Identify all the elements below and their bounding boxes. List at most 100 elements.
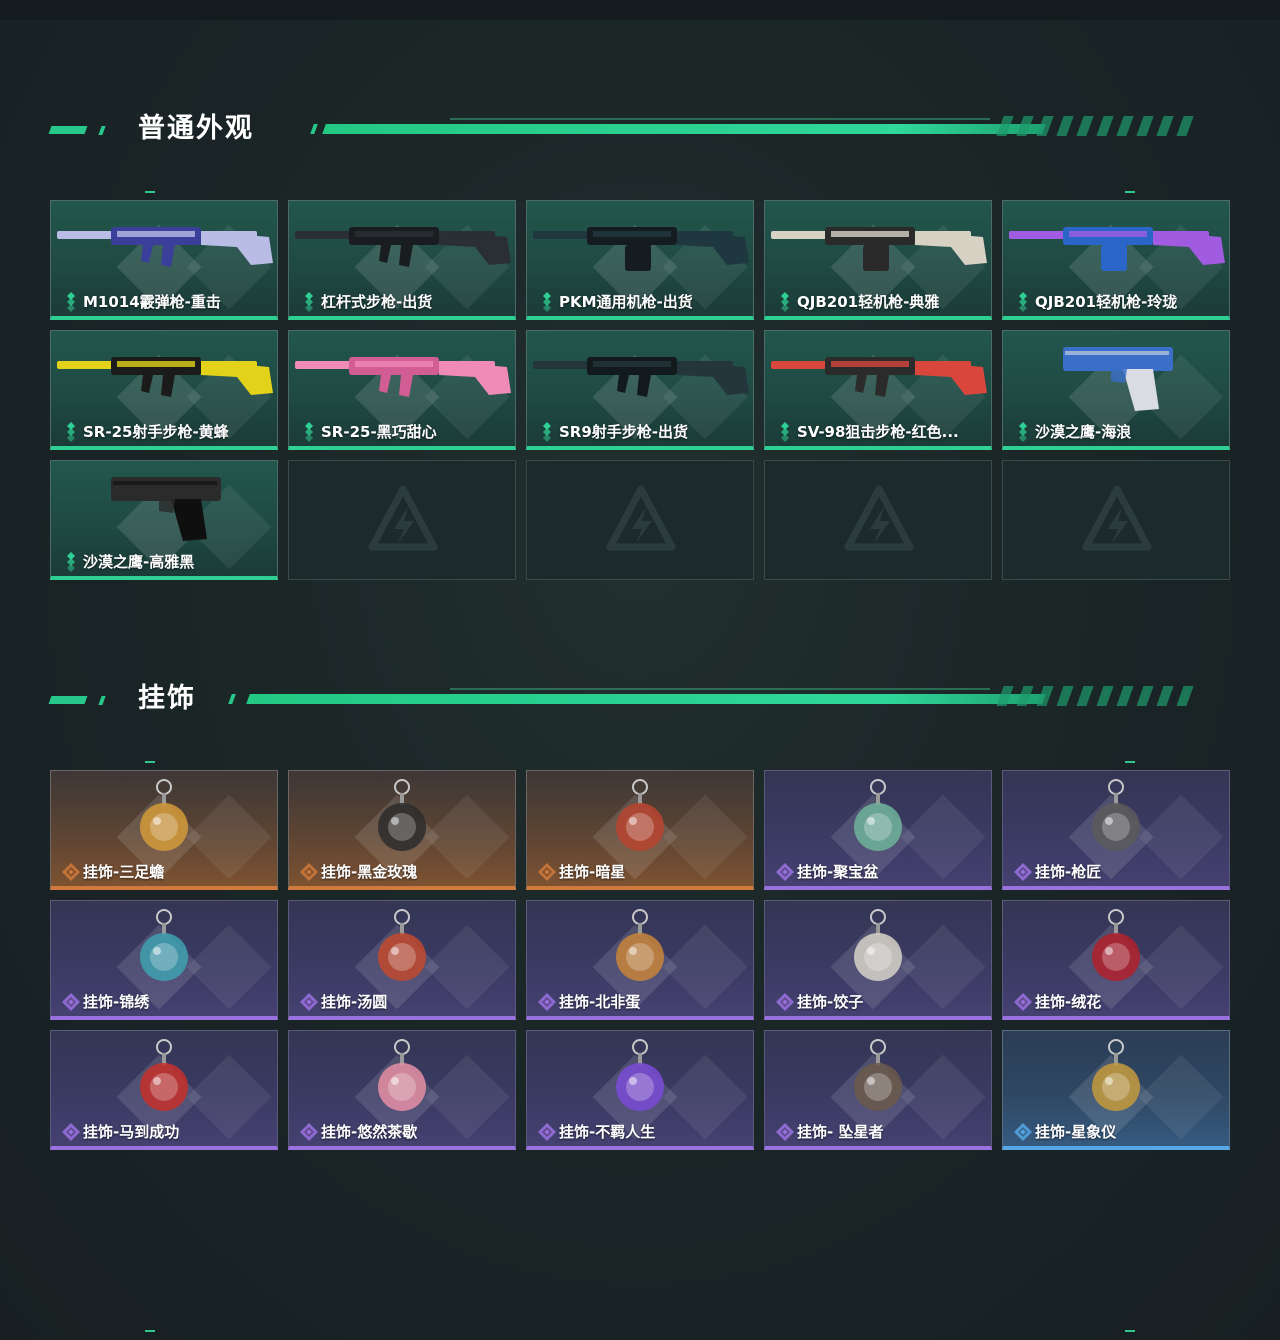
- skin-label: 杠杆式步枪-出货: [321, 293, 433, 311]
- quality-diamond-icon: [67, 292, 75, 312]
- game-logo-icon: [606, 485, 676, 551]
- velvet-flower-charm-icon: [1092, 909, 1140, 981]
- horse-charm-icon: [140, 1039, 188, 1111]
- game-logo-icon: [368, 485, 438, 551]
- charm-label: 挂饰-枪匠: [1035, 863, 1102, 881]
- charms-section-header: 挂饰: [48, 680, 1210, 720]
- charm-label: 挂饰-绒花: [1035, 993, 1102, 1011]
- header-line: [246, 694, 1046, 704]
- charm-card[interactable]: 挂饰-聚宝盆: [764, 770, 992, 890]
- corner-tick: [145, 1330, 155, 1332]
- machine-gun-icon: [533, 227, 749, 271]
- quality-diamond-icon: [300, 1123, 318, 1141]
- quality-diamond-icon: [538, 993, 556, 1011]
- charm-card[interactable]: 挂饰-黑金玫瑰: [288, 770, 516, 890]
- quality-diamond-icon: [67, 422, 75, 442]
- charm-card[interactable]: 挂饰-枪匠: [1002, 770, 1230, 890]
- charm-card[interactable]: 挂饰-星象仪: [1002, 1030, 1230, 1150]
- quality-diamond-icon: [781, 422, 789, 442]
- quality-diamond-icon: [300, 993, 318, 1011]
- skin-card[interactable]: QJB201轻机枪-典雅: [764, 200, 992, 320]
- sniper-rifle-icon: [771, 357, 987, 397]
- quality-diamond-icon: [538, 1123, 556, 1141]
- rose-charm-icon: [378, 779, 426, 851]
- quality-diamond-icon: [1019, 292, 1027, 312]
- header-thin-line: [450, 688, 990, 690]
- charm-label: 挂饰-暗星: [559, 863, 626, 881]
- lever-rifle-icon: [295, 227, 511, 267]
- skin-card[interactable]: M1014霰弹枪-重击: [50, 200, 278, 320]
- corner-tick: [1125, 191, 1135, 193]
- header-checker-pattern: [996, 116, 1204, 136]
- astrolabe-charm-icon: [1092, 1039, 1140, 1111]
- butterfly-charm-icon: [140, 909, 188, 981]
- quality-diamond-icon: [776, 993, 794, 1011]
- game-logo-icon: [844, 485, 914, 551]
- charm-card[interactable]: 挂饰-锦绣: [50, 900, 278, 1020]
- charm-card[interactable]: 挂饰-北非蛋: [526, 900, 754, 1020]
- quality-diamond-icon: [1014, 993, 1032, 1011]
- gunsmith-charm-icon: [1092, 779, 1140, 851]
- quality-diamond-icon: [1019, 422, 1027, 442]
- light-machine-gun-icon: [1009, 227, 1225, 271]
- quality-diamond-icon: [538, 863, 556, 881]
- skin-card[interactable]: 沙漠之鹰-海浪: [1002, 330, 1230, 450]
- empty-slot: [526, 460, 754, 580]
- marksman-rifle-icon: [295, 357, 511, 397]
- skin-label: QJB201轻机枪-玲珑: [1035, 293, 1178, 311]
- quality-diamond-icon: [62, 993, 80, 1011]
- charm-label: 挂饰-北非蛋: [559, 993, 641, 1011]
- skin-card[interactable]: SR-25射手步枪-黄蜂: [50, 330, 278, 450]
- quality-diamond-icon: [67, 552, 75, 572]
- charm-label: 挂饰-马到成功: [83, 1123, 180, 1141]
- quality-diamond-icon: [1014, 863, 1032, 881]
- skin-card[interactable]: SR-25-黑巧甜心: [288, 330, 516, 450]
- charm-card[interactable]: 挂饰-暗星: [526, 770, 754, 890]
- corner-tick: [145, 761, 155, 763]
- empty-slot: [288, 460, 516, 580]
- charm-label: 挂饰-聚宝盆: [797, 863, 879, 881]
- quality-diamond-icon: [305, 292, 313, 312]
- skin-card[interactable]: QJB201轻机枪-玲珑: [1002, 200, 1230, 320]
- skin-card[interactable]: SR9射手步枪-出货: [526, 330, 754, 450]
- skin-card[interactable]: 杠杆式步枪-出货: [288, 200, 516, 320]
- skin-card[interactable]: SV-98狙击步枪-红色...: [764, 330, 992, 450]
- charms-section-title: 挂饰: [138, 683, 196, 714]
- skin-card[interactable]: PKM通用机枪-出货: [526, 200, 754, 320]
- charm-label: 挂饰-饺子: [797, 993, 864, 1011]
- quality-diamond-icon: [62, 863, 80, 881]
- charm-card[interactable]: 挂饰-饺子: [764, 900, 992, 1020]
- corner-tick: [1125, 1330, 1135, 1332]
- skin-label: 沙漠之鹰-海浪: [1035, 423, 1132, 441]
- charm-card[interactable]: 挂饰-三足蟾: [50, 770, 278, 890]
- charm-label: 挂饰- 坠星者: [797, 1123, 884, 1141]
- charm-card[interactable]: 挂饰-汤圆: [288, 900, 516, 1020]
- marksman-rifle-icon: [533, 357, 749, 397]
- sneaker-charm-icon: [616, 1039, 664, 1111]
- charm-card[interactable]: 挂饰-不羁人生: [526, 1030, 754, 1150]
- skin-label: QJB201轻机枪-典雅: [797, 293, 940, 311]
- dumpling-plate-charm-icon: [854, 909, 902, 981]
- shotgun-icon: [57, 227, 273, 267]
- skin-card[interactable]: 沙漠之鹰-高雅黑: [50, 460, 278, 580]
- marksman-rifle-icon: [57, 357, 273, 397]
- corner-tick: [1125, 761, 1135, 763]
- charm-card[interactable]: 挂饰-绒花: [1002, 900, 1230, 1020]
- header-accent-tick: [98, 696, 106, 705]
- skin-label: SR9射手步枪-出货: [559, 423, 689, 441]
- header-divider-tick: [228, 694, 236, 704]
- charm-label: 挂饰-锦绣: [83, 993, 150, 1011]
- quality-diamond-icon: [781, 292, 789, 312]
- charm-card[interactable]: 挂饰-悠然茶歇: [288, 1030, 516, 1150]
- header-thin-line: [450, 118, 990, 120]
- empty-slot: [764, 460, 992, 580]
- charm-card[interactable]: 挂饰-马到成功: [50, 1030, 278, 1150]
- light-machine-gun-icon: [771, 227, 987, 271]
- charm-card[interactable]: 挂饰- 坠星者: [764, 1030, 992, 1150]
- quality-diamond-icon: [62, 1123, 80, 1141]
- charms-grid: 挂饰-三足蟾 挂饰-黑金玫瑰 挂饰-暗星 挂饰-聚宝盆 挂饰-枪匠 挂饰-锦绣 挂饰-汤圆挂…: [50, 770, 1230, 1150]
- quality-diamond-icon: [543, 292, 551, 312]
- star-pendant-charm-icon: [854, 1039, 902, 1111]
- quality-diamond-icon: [1014, 1123, 1032, 1141]
- charm-label: 挂饰-汤圆: [321, 993, 388, 1011]
